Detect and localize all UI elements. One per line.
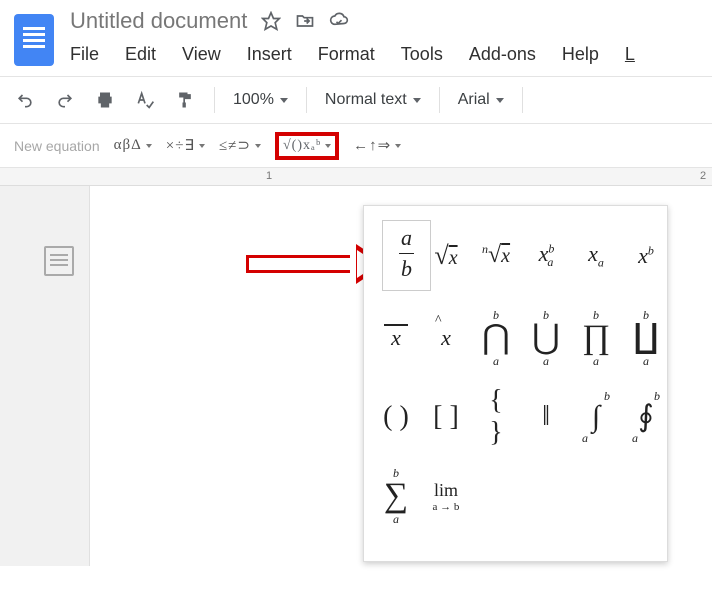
menu-format[interactable]: Format <box>318 44 375 65</box>
overbar-button[interactable]: x <box>382 325 410 351</box>
coproduct-button[interactable]: b∐a <box>632 309 660 367</box>
relations-dropdown[interactable]: ≤≠⊃ <box>219 136 261 155</box>
intersection-button[interactable]: b⋂a <box>482 309 510 367</box>
arrows-dropdown[interactable]: ←↑⇒ <box>353 136 401 155</box>
ruler[interactable]: 1 2 <box>0 168 712 186</box>
print-icon[interactable] <box>94 89 116 111</box>
document-outline-icon[interactable] <box>44 246 74 276</box>
hat-button[interactable]: x <box>432 325 460 351</box>
menu-last-edit[interactable]: L <box>625 44 635 65</box>
subscript-button[interactable]: xa <box>582 241 610 270</box>
menu-insert[interactable]: Insert <box>247 44 292 65</box>
main-toolbar: 100% Normal text Arial <box>0 76 712 124</box>
math-operations-dropdown[interactable]: √()xₐᵇ <box>275 132 339 160</box>
separator <box>306 87 307 113</box>
greek-letters-dropdown[interactable]: αβΔ <box>114 137 152 154</box>
menu-tools[interactable]: Tools <box>401 44 443 65</box>
spellcheck-icon[interactable] <box>134 89 156 111</box>
undo-icon[interactable] <box>14 89 36 111</box>
cloud-status-icon[interactable] <box>329 11 349 31</box>
math-operations-panel: ab √x n√x xba xa xb x x b⋂a b⋃a b∏a b∐a … <box>363 205 668 562</box>
separator <box>522 87 523 113</box>
vert-bars-button[interactable]: ‖ <box>532 401 560 433</box>
menu-edit[interactable]: Edit <box>125 44 156 65</box>
font-dropdown[interactable]: Arial <box>458 91 504 109</box>
parentheses-button[interactable]: ( ) <box>382 401 410 433</box>
menu-bar: File Edit View Insert Format Tools Add-o… <box>70 34 635 65</box>
union-button[interactable]: b⋃a <box>532 309 560 367</box>
menu-help[interactable]: Help <box>562 44 599 65</box>
limit-button[interactable]: lima → b <box>432 480 460 513</box>
new-equation-button[interactable]: New equation <box>14 138 100 154</box>
menu-view[interactable]: View <box>182 44 221 65</box>
paragraph-style-dropdown[interactable]: Normal text <box>325 91 421 109</box>
superscript-button[interactable]: xb <box>632 243 660 269</box>
menu-addons[interactable]: Add-ons <box>469 44 536 65</box>
paint-format-icon[interactable] <box>174 89 196 111</box>
redo-icon[interactable] <box>54 89 76 111</box>
document-title[interactable]: Untitled document <box>70 8 247 34</box>
braces-button[interactable]: { } <box>482 385 510 449</box>
sqrt-button[interactable]: √x <box>432 241 460 271</box>
contour-integral-button[interactable]: b∮a <box>632 390 660 444</box>
brackets-button[interactable]: [ ] <box>432 401 460 433</box>
star-icon[interactable] <box>261 11 281 31</box>
integral-button[interactable]: b∫a <box>582 390 610 444</box>
left-gutter <box>0 186 90 566</box>
move-icon[interactable] <box>295 11 315 31</box>
ruler-mark: 1 <box>266 170 272 182</box>
fraction-button[interactable]: ab <box>382 220 410 291</box>
zoom-dropdown[interactable]: 100% <box>233 91 288 109</box>
menu-file[interactable]: File <box>70 44 99 65</box>
misc-operations-dropdown[interactable]: ×÷∃ <box>166 136 205 155</box>
docs-logo-icon[interactable] <box>14 14 54 66</box>
equation-toolbar: New equation αβΔ ×÷∃ ≤≠⊃ √()xₐᵇ ←↑⇒ <box>0 124 712 168</box>
separator <box>439 87 440 113</box>
product-button[interactable]: b∏a <box>582 309 610 367</box>
separator <box>214 87 215 113</box>
sum-button[interactable]: b∑a <box>382 467 410 525</box>
ruler-mark: 2 <box>700 170 706 182</box>
nth-root-button[interactable]: n√x <box>482 242 510 269</box>
sub-sup-button[interactable]: xba <box>532 241 560 270</box>
